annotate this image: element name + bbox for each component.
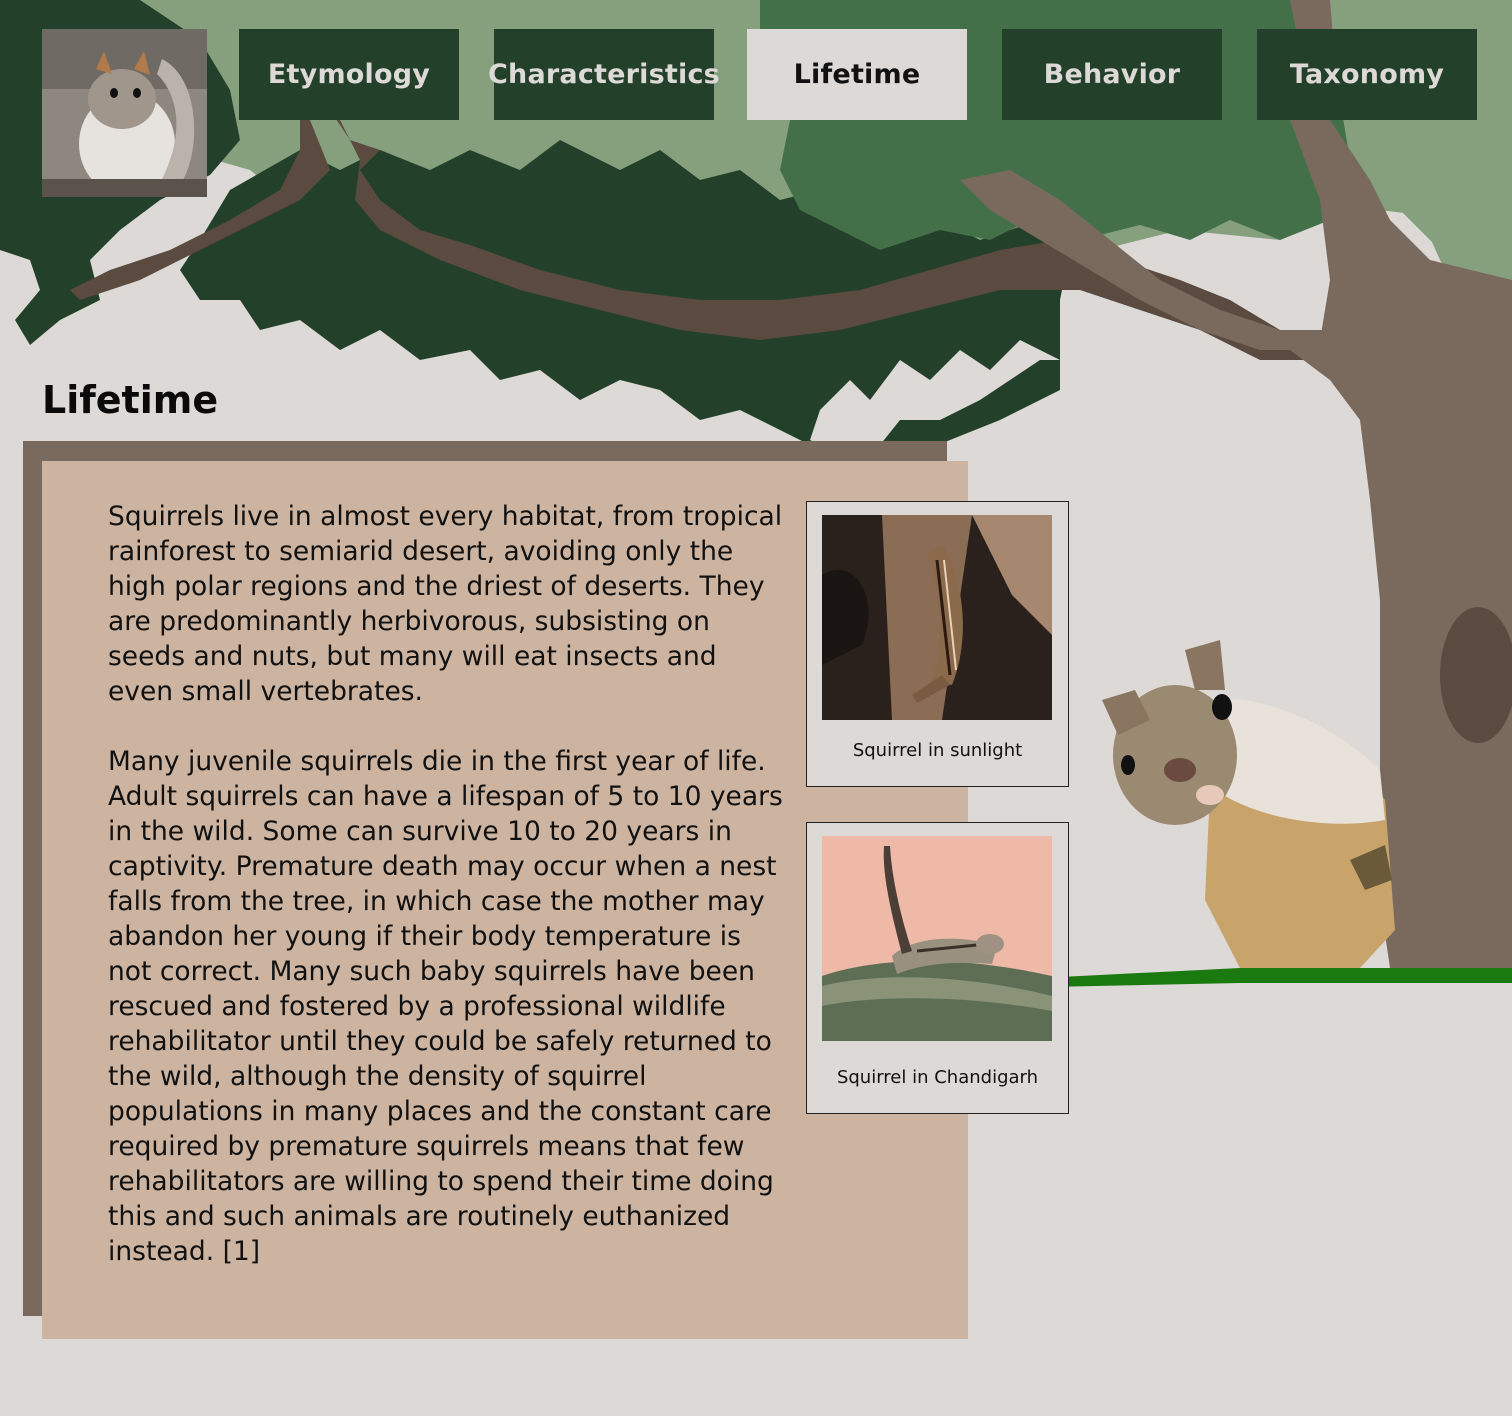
article-body: Squirrels live in almost every habitat, …: [108, 499, 788, 1304]
tab-behavior[interactable]: Behavior: [1002, 29, 1222, 120]
tab-characteristics[interactable]: Characteristics: [488, 29, 720, 120]
paragraph-habitat: Squirrels live in almost every habitat, …: [108, 501, 783, 707]
caption-squirrel-chandigarh: Squirrel in Chandigarh: [836, 1067, 1039, 1088]
squirrel-logo-image[interactable]: [42, 29, 207, 197]
squirrel-sunlight-photo[interactable]: [822, 515, 1052, 720]
squirrel-portrait-graphic: [42, 29, 207, 197]
squirrel-chandigarh-photo[interactable]: [822, 836, 1052, 1041]
page-title: Lifetime: [42, 378, 219, 422]
paragraph-lifespan: Many juvenile squirrels die in the first…: [108, 746, 783, 1267]
tab-etymology[interactable]: Etymology: [239, 29, 459, 120]
figure-squirrel-sunlight: Squirrel in sunlight: [806, 501, 1069, 787]
tab-taxonomy[interactable]: Taxonomy: [1257, 29, 1477, 120]
caption-squirrel-sunlight: Squirrel in sunlight: [852, 740, 1023, 761]
tab-lifetime[interactable]: Lifetime: [747, 29, 967, 120]
peeking-squirrel-illustration: [1102, 640, 1395, 968]
figure-squirrel-chandigarh: Squirrel in Chandigarh: [806, 822, 1069, 1114]
